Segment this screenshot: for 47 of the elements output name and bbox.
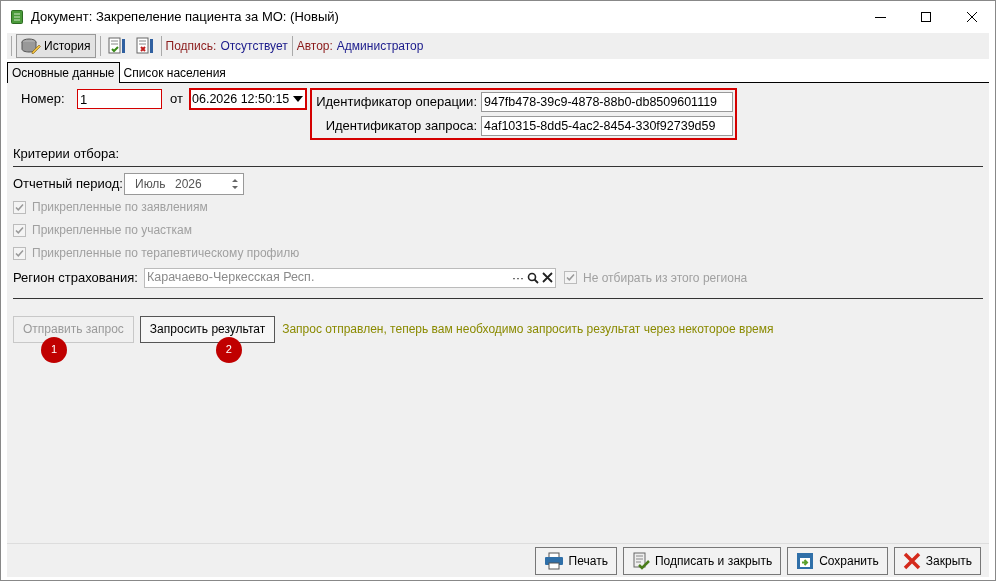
- period-month: Июль: [135, 175, 167, 193]
- identifier-field[interactable]: 947fb478-39c9-4878-88b0-db8509601119: [481, 92, 733, 112]
- checkbox-label: Не отбирать из этого региона: [583, 269, 748, 287]
- region-label: Регион страхования:: [13, 268, 139, 287]
- database-pencil-icon: [21, 38, 41, 54]
- printer-icon: [543, 551, 564, 570]
- ellipsis-button[interactable]: ···: [512, 268, 524, 287]
- date-field[interactable]: 06.2026 12:50:15: [189, 88, 307, 110]
- author-value: Администратор: [336, 38, 424, 55]
- region-value: Карачаево-Черкесская Респ.: [147, 269, 316, 287]
- period-field[interactable]: Июль 2026: [124, 172, 244, 195]
- region-field[interactable]: Карачаево-Черкесская Респ. ···: [144, 267, 556, 288]
- checkbox-label: Прикрепленные по заявлениям: [32, 199, 208, 216]
- checkbox-label: Прикрепленные по терапевтическому профилю: [32, 245, 300, 262]
- footer-button[interactable]: Подписать и закрыть: [622, 546, 782, 575]
- date-value: 06.2026 12:50:15: [191, 90, 291, 108]
- footer-button[interactable]: Закрыть: [893, 546, 981, 575]
- signature-value: Отсутствует: [220, 38, 288, 55]
- identifier-label: Идентификатор операции:: [315, 93, 478, 112]
- signature-label: Подпись:: [165, 38, 217, 55]
- number-field[interactable]: 1: [77, 89, 162, 109]
- app-icon: [11, 10, 23, 24]
- status-message: Запрос отправлен, теперь вам необходимо запросить результат через некоторое время: [282, 321, 774, 338]
- number-label: Номер:: [21, 90, 66, 109]
- period-label: Отчетный период:: [13, 174, 124, 193]
- period-year: 2026: [175, 175, 202, 193]
- criteria-heading: Критерии отбора:: [13, 145, 121, 163]
- signed-document-icon: [631, 551, 650, 570]
- footer-button[interactable]: Сохранить: [787, 546, 888, 575]
- close-icon: [967, 12, 977, 22]
- history-button[interactable]: История: [16, 34, 96, 58]
- window-title: Документ: Закрепеление пациента за МО: (Новый): [31, 8, 339, 27]
- checkbox-label: Прикрепленные по участкам: [32, 222, 193, 239]
- identifier-field[interactable]: 4af10315-8dd5-4ac2-8454-330f92739d59: [481, 116, 733, 136]
- tab[interactable]: Основные данные: [7, 62, 120, 83]
- maximize-icon: [921, 12, 931, 22]
- document-check-icon: [107, 37, 126, 55]
- search-icon[interactable]: [527, 271, 539, 284]
- author-label: Автор:: [296, 38, 333, 55]
- close-icon: [902, 551, 921, 570]
- date-label: от: [170, 90, 184, 109]
- action-button[interactable]: Запросить результат: [139, 315, 276, 343]
- minimize-icon: [874, 16, 886, 18]
- clear-icon[interactable]: [542, 272, 553, 283]
- identifier-label: Идентификатор запроса:: [324, 117, 478, 136]
- footer-button[interactable]: Печать: [534, 546, 617, 575]
- document-cross-icon: [135, 37, 154, 55]
